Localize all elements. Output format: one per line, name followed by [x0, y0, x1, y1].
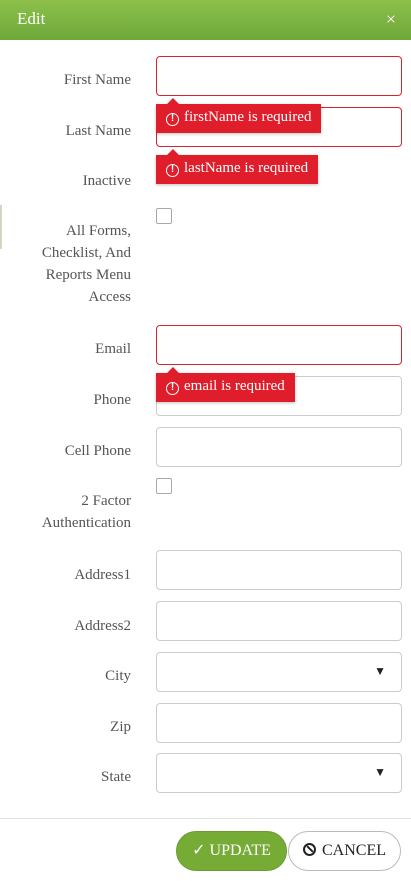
cancel-button-label: CANCEL: [322, 842, 386, 859]
state-select[interactable]: ▼: [156, 753, 402, 793]
all-forms-access-checkbox[interactable]: [156, 208, 172, 224]
address2-label: Address2: [74, 618, 131, 634]
city-select[interactable]: ▼: [156, 652, 402, 692]
phone-label: Phone: [93, 392, 132, 408]
zip-input[interactable]: [156, 703, 402, 743]
zip-label: Zip: [110, 719, 131, 735]
left-edge-marker: [0, 205, 2, 249]
address2-input[interactable]: [156, 601, 402, 641]
cell-phone-label: Cell Phone: [64, 443, 131, 459]
update-button[interactable]: ✓ UPDATE: [176, 831, 287, 871]
error-icon: !: [166, 164, 179, 177]
first-name-label: First Name: [63, 72, 131, 88]
state-label: State: [101, 769, 131, 785]
error-icon: !: [166, 113, 179, 126]
email-error-text: email is required: [184, 378, 285, 394]
two-factor-label-line: 2 Factor: [81, 493, 131, 509]
email-label: Email: [95, 341, 131, 357]
first-name-input[interactable]: [156, 56, 402, 96]
ban-icon: [303, 843, 316, 856]
address1-label: Address1: [74, 567, 131, 583]
caret-down-icon: ▼: [374, 664, 386, 678]
two-factor-checkbox[interactable]: [156, 478, 172, 494]
last-name-error-text: lastName is required: [184, 160, 309, 176]
all-forms-label-line: Checklist, And: [41, 245, 131, 261]
inactive-label: Inactive: [82, 173, 131, 189]
error-icon: !: [166, 382, 179, 395]
update-button-label: UPDATE: [209, 842, 271, 859]
email-error-tooltip: ! email is required: [156, 367, 295, 402]
email-input[interactable]: [156, 325, 402, 365]
last-name-label: Last Name: [65, 123, 131, 139]
last-name-error-tooltip: ! lastName is required: [156, 149, 319, 184]
all-forms-label-line: Reports Menu: [45, 267, 131, 283]
footer-divider: [0, 818, 411, 819]
cell-phone-input[interactable]: [156, 427, 402, 467]
all-forms-access-label: All Forms, Checklist, And Reports Menu A…: [3, 220, 131, 308]
all-forms-label-line: All Forms,: [65, 223, 131, 239]
all-forms-label-line: Access: [88, 289, 131, 305]
checkmark-icon: ✓: [192, 842, 206, 859]
first-name-error-tooltip: ! firstName is required: [156, 98, 322, 133]
address1-input[interactable]: [156, 550, 402, 590]
two-factor-label: 2 Factor Authentication: [3, 490, 131, 534]
two-factor-label-line: Authentication: [41, 515, 131, 531]
city-label: City: [105, 668, 131, 684]
caret-down-icon: ▼: [374, 765, 386, 779]
cancel-button[interactable]: CANCEL: [288, 831, 401, 871]
dialog-titlebar: Edit ×: [0, 0, 411, 40]
close-icon[interactable]: ×: [386, 9, 396, 29]
dialog-title: Edit: [17, 9, 46, 28]
first-name-error-text: firstName is required: [184, 109, 312, 125]
